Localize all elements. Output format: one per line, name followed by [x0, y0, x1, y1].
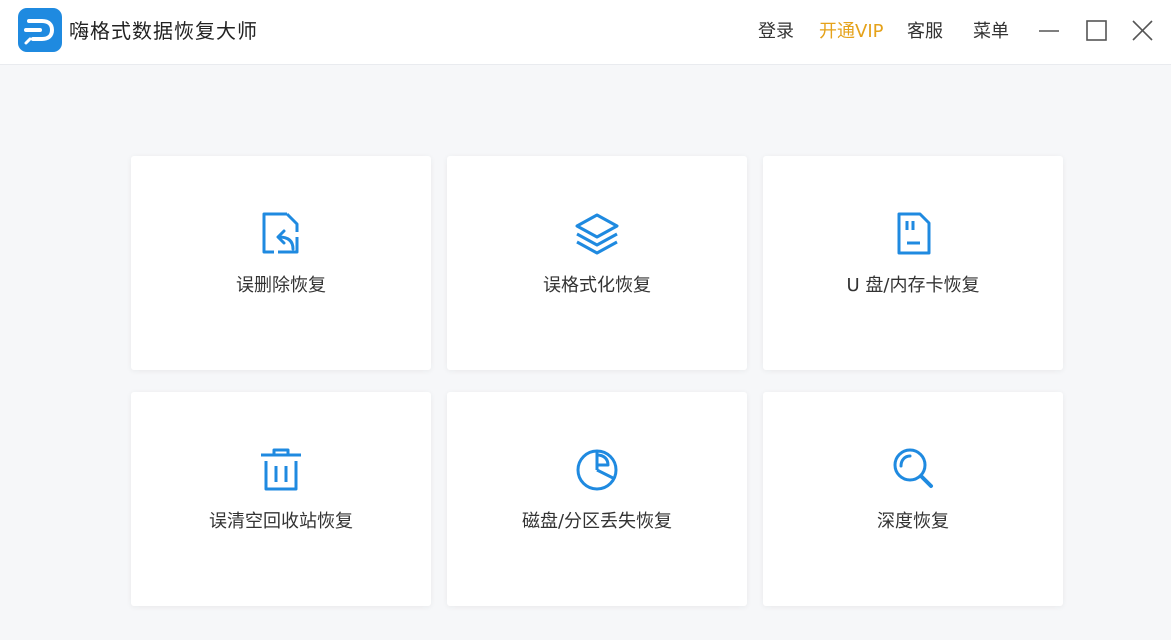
maximize-icon — [1086, 20, 1107, 41]
vip-link[interactable]: 开通VIP — [819, 19, 883, 45]
login-link[interactable]: 登录 — [758, 19, 794, 45]
usb-card-recovery-card[interactable]: U 盘/内存卡恢复 — [763, 156, 1063, 370]
close-button[interactable] — [1127, 16, 1157, 46]
trash-icon — [257, 445, 305, 493]
card-label: 误格式化恢复 — [543, 275, 651, 296]
deleted-recovery-card[interactable]: 误删除恢复 — [131, 156, 431, 370]
app-window: 嗨格式数据恢复大师 登录 开通VIP 客服 菜单 误删除恢复 误格式化恢复 U … — [0, 0, 1171, 640]
card-label: 磁盘/分区丢失恢复 — [521, 511, 673, 532]
app-title: 嗨格式数据恢复大师 — [69, 19, 258, 43]
title-bar: 嗨格式数据恢复大师 登录 开通VIP 客服 菜单 — [0, 0, 1171, 65]
minimize-icon — [1039, 30, 1059, 32]
layers-icon — [573, 209, 621, 257]
memory-card-icon — [889, 209, 937, 257]
customer-service-link[interactable]: 客服 — [907, 19, 943, 45]
deleted-file-restore-icon — [257, 209, 305, 257]
card-label: 深度恢复 — [877, 511, 949, 532]
maximize-button[interactable] — [1081, 16, 1111, 46]
format-recovery-card[interactable]: 误格式化恢复 — [447, 156, 747, 370]
card-label: U 盘/内存卡恢复 — [846, 275, 980, 296]
menu-link[interactable]: 菜单 — [973, 19, 1009, 45]
app-logo-icon — [18, 8, 62, 52]
minimize-button[interactable] — [1034, 16, 1064, 46]
magnifier-icon — [889, 445, 937, 493]
close-icon — [1132, 20, 1153, 41]
pie-chart-icon — [573, 445, 621, 493]
partition-recovery-card[interactable]: 磁盘/分区丢失恢复 — [447, 392, 747, 606]
deep-recovery-card[interactable]: 深度恢复 — [763, 392, 1063, 606]
recycle-bin-recovery-card[interactable]: 误清空回收站恢复 — [131, 392, 431, 606]
card-label: 误清空回收站恢复 — [209, 511, 353, 532]
card-label: 误删除恢复 — [236, 275, 326, 296]
